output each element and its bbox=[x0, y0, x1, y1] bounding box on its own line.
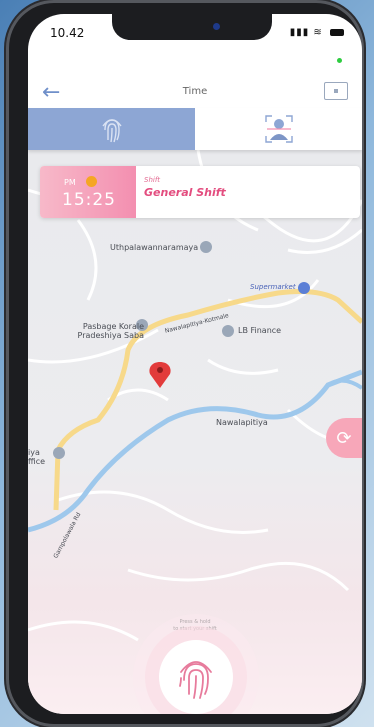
map-label-nawalapitiya: Nawalapitiya bbox=[216, 418, 268, 427]
shift-info: Shift General Shift bbox=[136, 166, 360, 218]
map-label-office: iya ffice bbox=[28, 448, 46, 466]
fingerprint-punch-button[interactable] bbox=[159, 640, 233, 714]
press-hold-hint: Press & hold to start your shift bbox=[28, 619, 362, 633]
fingerprint-icon bbox=[179, 661, 212, 699]
shift-ampm: PM bbox=[64, 178, 76, 187]
tab-face-scan[interactable] bbox=[195, 108, 362, 150]
shift-clock: PM 15:25 bbox=[40, 166, 136, 218]
status-icons: ▮▮▮ ≋ bbox=[290, 27, 344, 38]
status-time: 10.42 bbox=[50, 26, 85, 40]
shift-time: 15:25 bbox=[62, 190, 116, 210]
camera-dot bbox=[213, 23, 220, 30]
map-label-supermarket: Supermarket bbox=[250, 283, 296, 291]
fingerprint-icon bbox=[101, 119, 122, 143]
phone-frame: 10.42 ▮▮▮ ≋ ← Time Uthpalawannaramaya Su… bbox=[6, 0, 364, 727]
map-label-lb-finance: LB Finance bbox=[238, 326, 282, 335]
signal-icon: ▮▮▮ bbox=[289, 27, 310, 38]
battery-icon bbox=[330, 28, 344, 36]
shift-card: PM 15:25 Shift General Shift bbox=[40, 166, 360, 218]
page-title: Time bbox=[182, 86, 208, 97]
map-label-temple: Uthpalawannaramaya bbox=[110, 243, 199, 252]
wifi-icon: ≋ bbox=[313, 27, 323, 38]
sun-icon bbox=[86, 176, 97, 187]
face-scan-icon bbox=[264, 115, 293, 143]
tab-fingerprint[interactable] bbox=[28, 108, 195, 150]
map-label-pradeshiya-saba: Pasbage Korale Pradeshiya Saba bbox=[77, 322, 144, 340]
refresh-icon: ⟳ bbox=[336, 427, 352, 449]
app-screen: 10.42 ▮▮▮ ≋ ← Time Uthpalawannaramaya Su… bbox=[28, 14, 362, 714]
shift-name: General Shift bbox=[144, 186, 226, 199]
active-indicator-dot bbox=[337, 58, 342, 63]
map-pin-icon[interactable] bbox=[149, 362, 171, 388]
hint-line-2: to start your shift bbox=[173, 626, 217, 632]
refresh-location-button[interactable]: ⟳ bbox=[326, 418, 362, 458]
notch bbox=[112, 14, 272, 40]
shift-caption: Shift bbox=[144, 176, 161, 184]
hint-line-1: Press & hold bbox=[179, 619, 211, 625]
calendar-icon[interactable] bbox=[324, 82, 348, 100]
mode-tabs bbox=[28, 108, 362, 150]
